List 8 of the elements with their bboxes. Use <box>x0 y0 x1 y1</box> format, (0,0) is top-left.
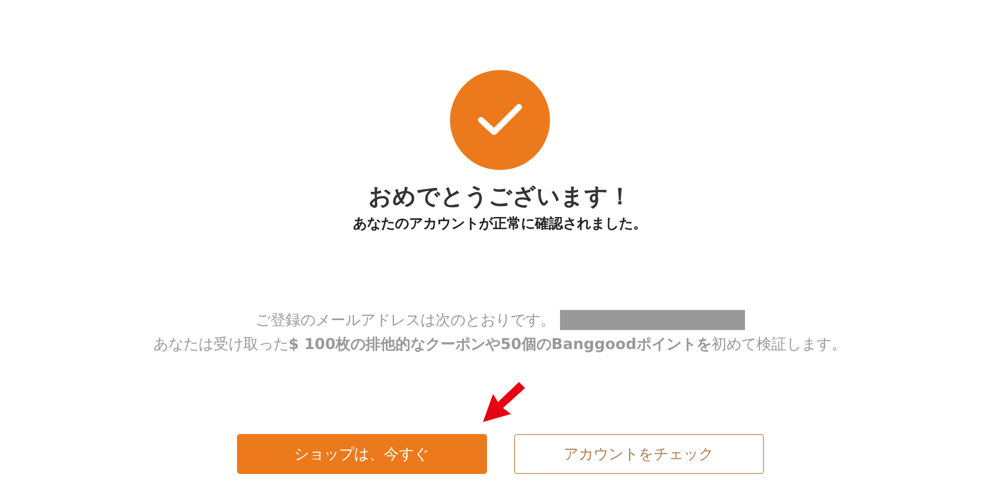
check-account-button[interactable]: アカウントをチェック <box>514 434 764 474</box>
heading: おめでとうございます！ <box>368 183 632 212</box>
info-text: あなたは受け取った$ 100枚の排他的なクーポンや50個のBanggoodポイントを初めて検証します。 <box>154 334 846 355</box>
shop-now-button[interactable]: ショップは、今すぐ <box>236 434 486 474</box>
arrow-icon <box>480 382 526 424</box>
checkmark-icon <box>477 103 523 137</box>
subheading: あなたのアカウントが正常に確認されました。 <box>353 215 647 234</box>
info-text: ご登録のメールアドレスは次のとおりです。 <box>256 310 556 331</box>
